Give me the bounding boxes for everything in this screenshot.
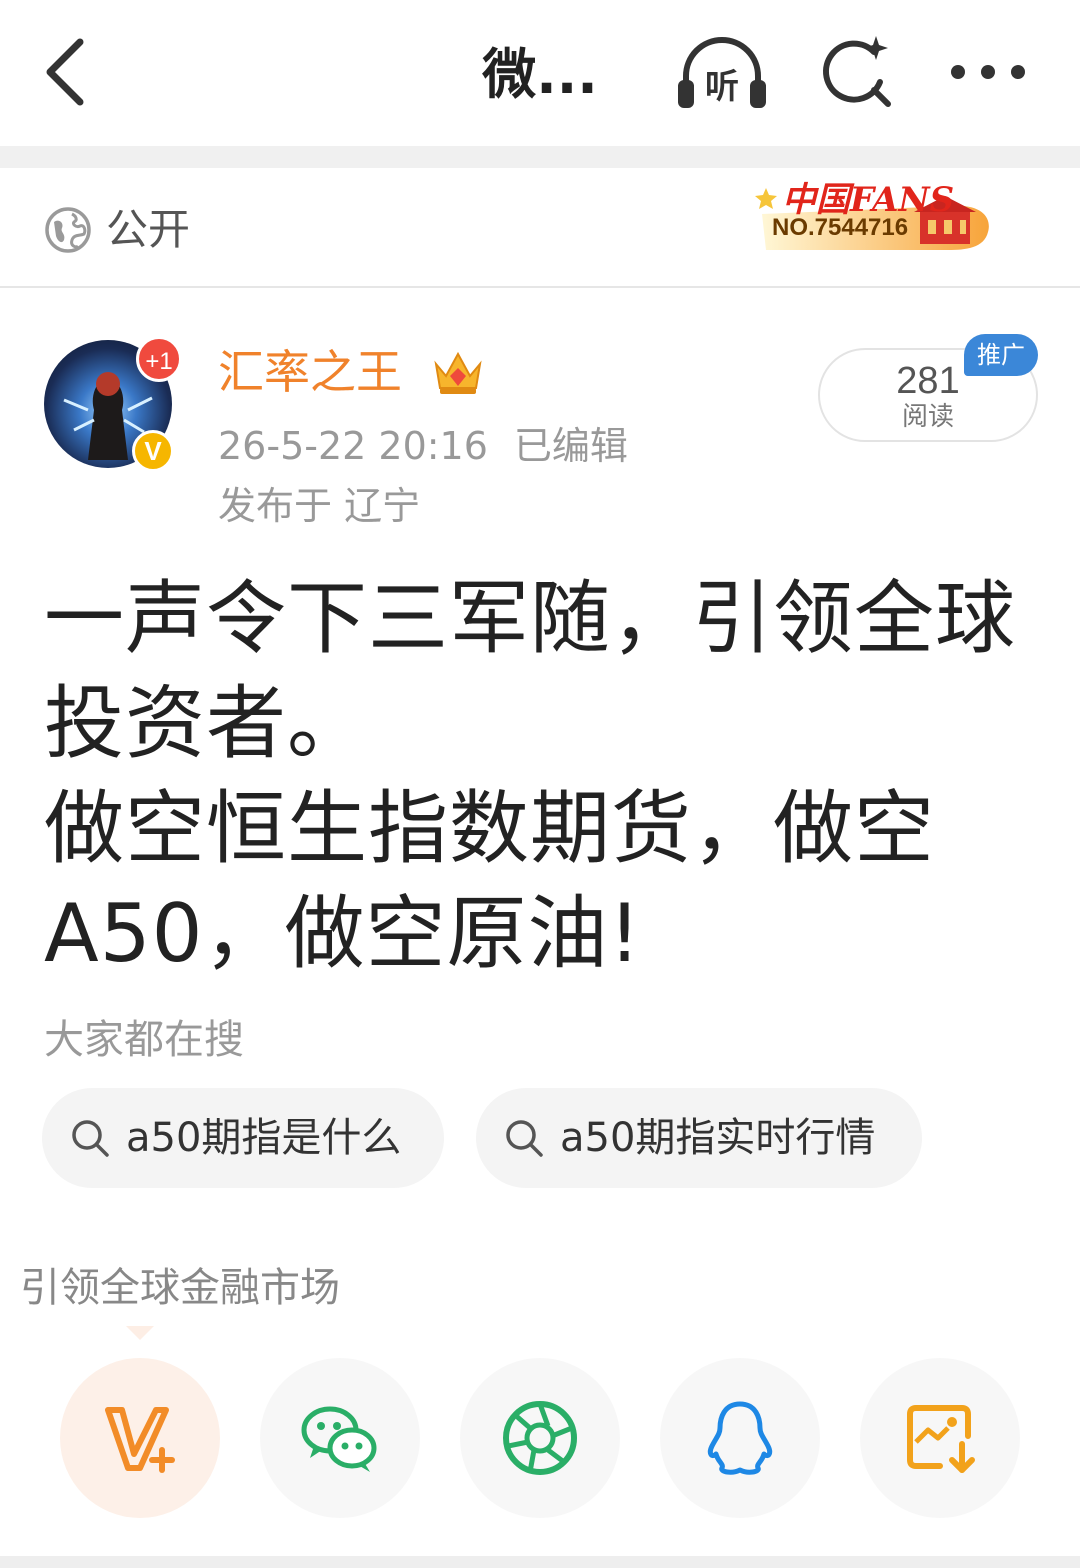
follow-plus-badge: +1 <box>136 336 182 382</box>
fans-badge[interactable]: 中国FANS NO.7544716 <box>752 170 992 260</box>
back-button[interactable] <box>34 32 104 112</box>
crown-icon <box>434 351 482 394</box>
more-dots-icon <box>951 65 1025 79</box>
search-button[interactable] <box>818 34 898 114</box>
read-label: 阅读 <box>901 402 954 432</box>
save-image-button[interactable] <box>860 1358 1020 1518</box>
post-line: A50，做空原油! <box>44 887 642 980</box>
post-content: 一声令下三军随，引领全球 投资者。 做空恒生指数期货，做空 A50，做空原油! <box>44 566 1044 986</box>
visibility-row: 公开 中国FANS NO.7544716 <box>0 168 1080 288</box>
chevron-left-icon <box>46 38 84 106</box>
hot-search-title: 大家都在搜 <box>44 1017 244 1063</box>
hot-search-chip-label: a50期指是什么 <box>126 1115 402 1161</box>
verified-badge: V <box>132 430 174 472</box>
search-sparkle-icon <box>823 36 891 107</box>
hot-search-chip-label: a50期指实时行情 <box>560 1115 876 1161</box>
promo-tag: 推广 <box>964 334 1038 376</box>
hot-search-chip[interactable]: a50期指是什么 <box>42 1088 444 1188</box>
bottom-bar <box>0 1556 1080 1568</box>
more-button[interactable] <box>948 50 1028 94</box>
hot-search-chip[interactable]: a50期指实时行情 <box>476 1088 922 1188</box>
separator <box>0 146 1080 168</box>
visibility-label: 公开 <box>106 205 191 254</box>
page-title: 微... <box>482 43 598 106</box>
search-icon <box>72 1120 109 1157</box>
listen-button[interactable]: 听 <box>674 36 770 112</box>
author-name[interactable]: 汇率之王 <box>218 342 402 402</box>
globe-icon <box>45 207 91 253</box>
save-image-icon <box>907 1405 975 1473</box>
headphones-icon: 听 <box>678 37 766 108</box>
post-location: 发布于 辽宁 <box>218 484 421 528</box>
share-moments-button[interactable] <box>460 1358 620 1518</box>
listen-label: 听 <box>705 67 739 107</box>
post-time: 26-5-22 20:16 <box>218 424 488 468</box>
share-qq-button[interactable] <box>660 1358 820 1518</box>
qq-icon <box>707 1401 773 1475</box>
post-line: 做空恒生指数期货，做空 <box>44 782 935 875</box>
edited-label: 已编辑 <box>513 424 628 468</box>
top-bar: 微... 听 <box>0 0 1080 146</box>
share-v-plus-button[interactable] <box>60 1358 220 1518</box>
share-wechat-button[interactable] <box>260 1358 420 1518</box>
post-line: 投资者。 <box>44 677 368 770</box>
moments-icon <box>503 1401 577 1475</box>
post-meta: 26-5-22 20:16 已编辑 <box>218 418 654 474</box>
tip-arrow <box>126 1326 154 1340</box>
fans-badge-number: NO.7544716 <box>772 214 909 241</box>
search-icon <box>506 1120 543 1157</box>
post-line: 一声令下三军随，引领全球 <box>44 572 1016 665</box>
share-title: 引领全球金融市场 <box>20 1265 340 1311</box>
v-plus-icon <box>105 1407 175 1473</box>
wechat-icon <box>301 1406 377 1472</box>
